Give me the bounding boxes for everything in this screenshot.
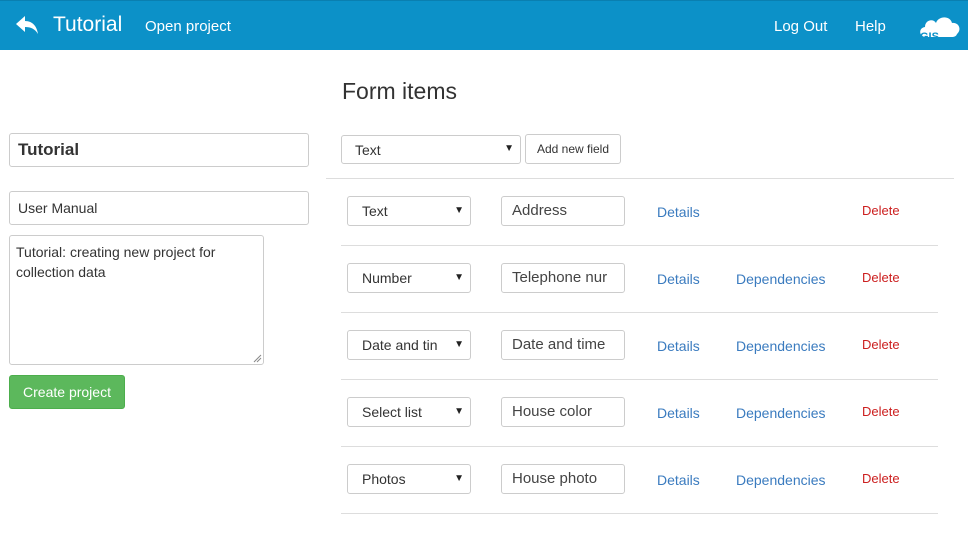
field-type-select[interactable]: Text ▼ <box>347 196 471 226</box>
delete-link[interactable]: Delete <box>862 404 900 419</box>
field-name-input[interactable]: House photo <box>501 464 625 494</box>
delete-link[interactable]: Delete <box>862 270 900 285</box>
field-type-select[interactable]: Date and tin ▼ <box>347 330 471 360</box>
dependencies-link[interactable]: Dependencies <box>736 405 826 421</box>
project-description-textarea[interactable]: Tutorial: creating new project for colle… <box>9 235 264 365</box>
field-type-select[interactable]: Photos ▼ <box>347 464 471 494</box>
logo-text: GIS <box>920 31 939 43</box>
delete-link[interactable]: Delete <box>862 203 900 218</box>
details-link[interactable]: Details <box>657 204 700 220</box>
dropdown-caret-icon: ▼ <box>504 143 514 154</box>
dropdown-caret-icon: ▼ <box>454 205 464 216</box>
field-name-input[interactable]: Date and time <box>501 330 625 360</box>
field-type-value: Date and tin <box>362 337 438 353</box>
new-field-type-select[interactable]: Text ▼ <box>341 135 521 164</box>
field-type-value: Number <box>362 270 412 286</box>
logout-link[interactable]: Log Out <box>774 18 827 35</box>
add-new-field-button[interactable]: Add new field <box>525 134 621 164</box>
project-subtitle-input[interactable] <box>9 191 309 225</box>
new-field-type-value: Text <box>355 142 381 158</box>
dropdown-caret-icon: ▼ <box>454 473 464 484</box>
open-project-link[interactable]: Open project <box>145 18 231 35</box>
field-type-value: Select list <box>362 404 422 420</box>
dependencies-link[interactable]: Dependencies <box>736 472 826 488</box>
field-name-input[interactable]: House color <box>501 397 625 427</box>
form-item-row: Text ▼ Address Details Delete <box>341 179 938 246</box>
field-name-input[interactable]: Address <box>501 196 625 226</box>
field-type-value: Text <box>362 203 388 219</box>
form-item-row: Date and tin ▼ Date and time Details Dep… <box>341 313 938 380</box>
delete-link[interactable]: Delete <box>862 337 900 352</box>
dropdown-caret-icon: ▼ <box>454 339 464 350</box>
delete-link[interactable]: Delete <box>862 471 900 486</box>
back-arrow-icon[interactable] <box>14 13 40 37</box>
gis-cloud-logo: GIS <box>920 17 960 43</box>
form-item-row: Select list ▼ House color Details Depend… <box>341 380 938 447</box>
details-link[interactable]: Details <box>657 271 700 287</box>
form-item-row: Photos ▼ House photo Details Dependencie… <box>341 447 938 514</box>
field-type-select[interactable]: Select list ▼ <box>347 397 471 427</box>
top-navbar: Tutorial Open project Log Out Help GIS <box>0 0 968 50</box>
details-link[interactable]: Details <box>657 405 700 421</box>
project-name-input[interactable] <box>9 133 309 167</box>
details-link[interactable]: Details <box>657 472 700 488</box>
help-link[interactable]: Help <box>855 18 886 35</box>
dependencies-link[interactable]: Dependencies <box>736 338 826 354</box>
details-link[interactable]: Details <box>657 338 700 354</box>
form-items-heading: Form items <box>342 78 457 104</box>
create-project-button[interactable]: Create project <box>9 375 125 409</box>
dropdown-caret-icon: ▼ <box>454 272 464 283</box>
field-type-select[interactable]: Number ▼ <box>347 263 471 293</box>
app-title: Tutorial <box>53 13 123 36</box>
resize-grip-icon[interactable] <box>252 353 262 363</box>
dependencies-link[interactable]: Dependencies <box>736 271 826 287</box>
form-item-row: Number ▼ Telephone nur Details Dependenc… <box>341 246 938 313</box>
dropdown-caret-icon: ▼ <box>454 406 464 417</box>
field-type-value: Photos <box>362 471 406 487</box>
field-name-input[interactable]: Telephone nur <box>501 263 625 293</box>
